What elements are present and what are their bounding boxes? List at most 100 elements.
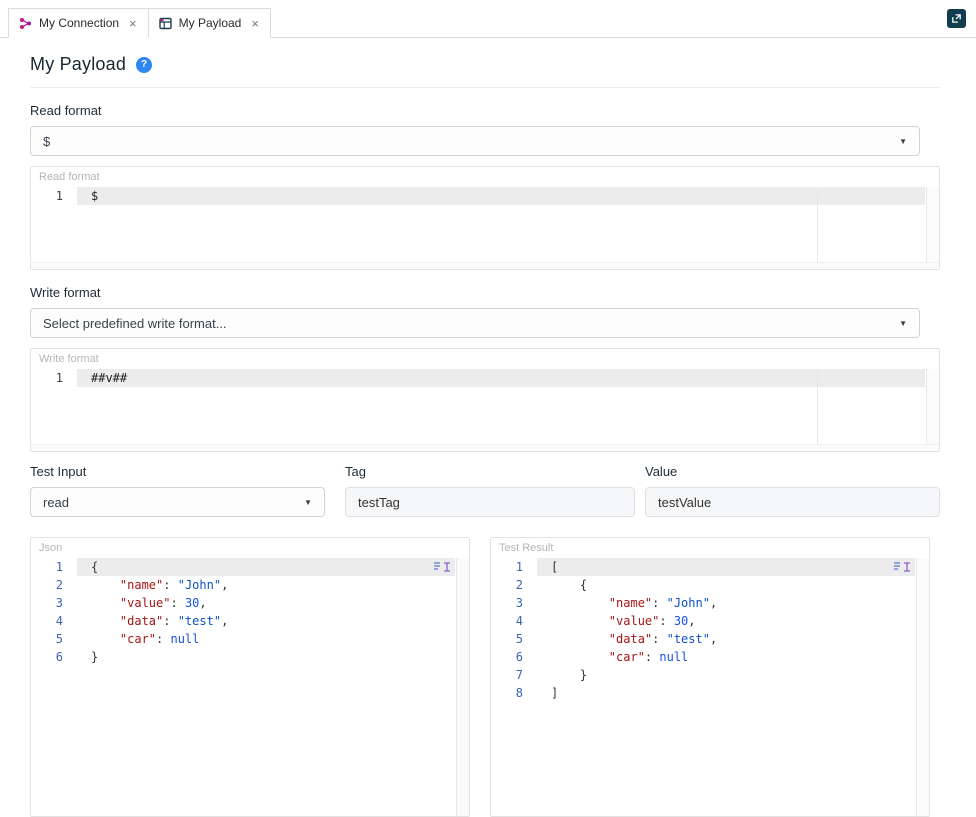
code-text[interactable]: { [537, 576, 915, 594]
code-line[interactable]: 1[ [491, 558, 929, 576]
chevron-down-icon: ▼ [899, 137, 907, 146]
code-line[interactable]: 1{ [31, 558, 469, 576]
code-line[interactable]: 3 "value": 30, [31, 594, 469, 612]
editor-label: Json [31, 538, 469, 558]
line-number: 1 [31, 369, 77, 387]
code-line[interactable]: 8] [491, 684, 929, 702]
write-format-editor[interactable]: Write format 1##v## [30, 348, 940, 452]
format-icon[interactable] [892, 561, 912, 573]
test-input-label: Test Input [30, 464, 325, 479]
code-content[interactable]: 1##v## [31, 369, 939, 387]
connection-icon [19, 17, 32, 30]
code-text[interactable]: "data": "test", [537, 630, 915, 648]
code-text[interactable]: "car": null [537, 648, 915, 666]
page-header: My Payload ? [30, 38, 940, 88]
code-text[interactable]: ##v## [77, 369, 925, 387]
code-line[interactable]: 5 "car": null [31, 630, 469, 648]
tab-label: My Connection [39, 16, 119, 30]
tag-input[interactable] [345, 487, 635, 517]
line-number: 1 [31, 558, 77, 576]
line-number: 3 [31, 594, 77, 612]
code-content[interactable]: 1[2 {3 "name": "John",4 "value": 30,5 "d… [491, 558, 929, 702]
code-line[interactable]: 4 "data": "test", [31, 612, 469, 630]
code-content[interactable]: 1$ [31, 187, 939, 205]
write-format-label: Write format [30, 285, 940, 300]
line-number: 5 [31, 630, 77, 648]
tab-close-button[interactable]: × [250, 17, 260, 30]
tag-label: Tag [345, 464, 635, 479]
editor-hscroll-track[interactable] [31, 262, 939, 269]
code-text[interactable]: "value": 30, [537, 612, 915, 630]
code-content[interactable]: 1{2 "name": "John",3 "value": 30,4 "data… [31, 558, 469, 666]
code-line[interactable]: 4 "value": 30, [491, 612, 929, 630]
open-external-icon [951, 13, 962, 24]
help-icon[interactable]: ? [136, 57, 152, 73]
line-number: 2 [491, 576, 537, 594]
tab-my-payload[interactable]: My Payload × [148, 8, 271, 38]
line-number: 4 [491, 612, 537, 630]
line-number: 8 [491, 684, 537, 702]
code-line[interactable]: 5 "data": "test", [491, 630, 929, 648]
editor-scrollbar[interactable] [456, 558, 469, 816]
expand-button[interactable] [947, 9, 966, 28]
line-number: 2 [31, 576, 77, 594]
code-line[interactable]: 2 { [491, 576, 929, 594]
payload-icon [159, 17, 172, 30]
code-text[interactable]: "car": null [77, 630, 455, 648]
code-text[interactable]: "data": "test", [77, 612, 455, 630]
tab-bar: My Connection × My Payload × [0, 0, 976, 38]
editor-label: Write format [31, 349, 939, 369]
editor-scrollbar[interactable] [926, 187, 939, 262]
line-number: 3 [491, 594, 537, 612]
code-text[interactable]: "name": "John", [77, 576, 455, 594]
code-line[interactable]: 6} [31, 648, 469, 666]
json-input-editor[interactable]: Json 1{2 "name": "John",3 "value": 30,4 … [30, 537, 470, 817]
editor-hscroll-track[interactable] [31, 444, 939, 451]
code-text[interactable]: "name": "John", [537, 594, 915, 612]
print-margin-ruler [817, 369, 818, 444]
code-line[interactable]: 6 "car": null [491, 648, 929, 666]
line-number: 6 [31, 648, 77, 666]
code-line[interactable]: 1##v## [31, 369, 939, 387]
print-margin-ruler [817, 187, 818, 262]
tab-close-button[interactable]: × [128, 17, 138, 30]
code-text[interactable]: $ [77, 187, 925, 205]
tab-my-connection[interactable]: My Connection × [8, 8, 149, 38]
tab-label: My Payload [179, 16, 242, 30]
format-icon[interactable] [432, 561, 452, 573]
code-line[interactable]: 7 } [491, 666, 929, 684]
code-line[interactable]: 3 "name": "John", [491, 594, 929, 612]
read-format-editor[interactable]: Read format 1$ [30, 166, 940, 270]
line-number: 7 [491, 666, 537, 684]
editor-scrollbar[interactable] [916, 558, 929, 816]
value-label: Value [645, 464, 940, 479]
code-text[interactable]: ] [537, 684, 915, 702]
code-text[interactable]: [ [537, 558, 915, 576]
chevron-down-icon: ▼ [304, 498, 312, 507]
test-row: Test Input read ▼ Tag Value [30, 464, 940, 517]
read-format-select-value: $ [43, 134, 50, 149]
test-input-select-value: read [43, 495, 69, 510]
code-text[interactable]: "value": 30, [77, 594, 455, 612]
read-format-select[interactable]: $ ▼ [30, 126, 920, 156]
editor-scrollbar[interactable] [926, 369, 939, 444]
editor-label: Read format [31, 167, 939, 187]
code-line[interactable]: 2 "name": "John", [31, 576, 469, 594]
line-number: 1 [31, 187, 77, 205]
code-text[interactable]: { [77, 558, 455, 576]
write-format-select[interactable]: Select predefined write format... ▼ [30, 308, 920, 338]
test-input-select[interactable]: read ▼ [30, 487, 325, 517]
value-input[interactable] [645, 487, 940, 517]
code-line[interactable]: 1$ [31, 187, 939, 205]
line-number: 5 [491, 630, 537, 648]
code-text[interactable]: } [77, 648, 455, 666]
page-title: My Payload [30, 54, 126, 75]
bottom-editors: Json 1{2 "name": "John",3 "value": 30,4 … [30, 537, 940, 817]
line-number: 1 [491, 558, 537, 576]
line-number: 4 [31, 612, 77, 630]
code-text[interactable]: } [537, 666, 915, 684]
main-content: My Payload ? Read format $ ▼ Read format… [30, 38, 940, 817]
editor-label: Test Result [491, 538, 929, 558]
line-number: 6 [491, 648, 537, 666]
test-result-editor[interactable]: Test Result 1[2 {3 "name": "John",4 "val… [490, 537, 930, 817]
